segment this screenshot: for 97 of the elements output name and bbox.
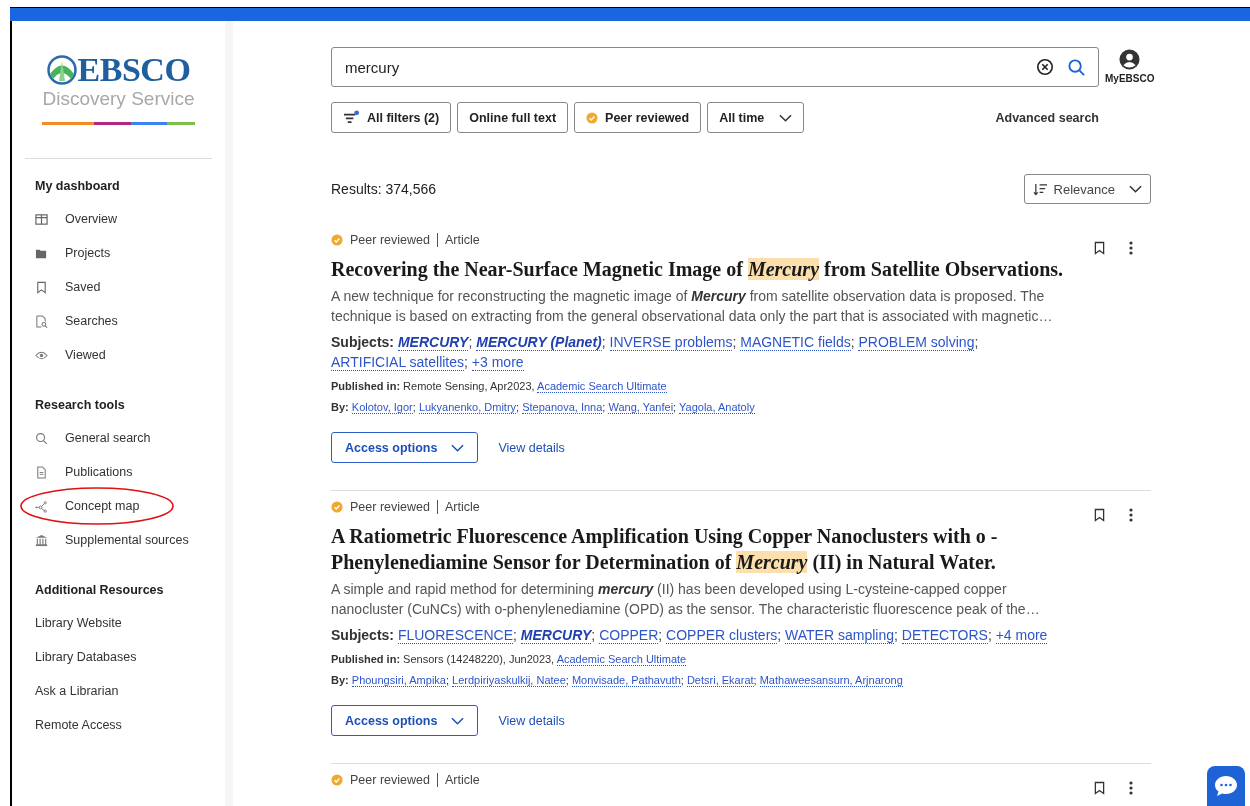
filter-chip[interactable]: All time <box>707 102 805 133</box>
document-type: Article <box>444 773 480 787</box>
sidebar-item[interactable]: Library Website <box>12 606 225 640</box>
globe-logo-icon <box>46 55 77 85</box>
clear-icon[interactable] <box>1036 58 1054 76</box>
bookmark-icon <box>35 280 48 294</box>
database-link[interactable]: Academic Search Ultimate <box>537 380 667 393</box>
subject-link[interactable]: +3 more <box>471 354 524 371</box>
subject-link[interactable]: MERCURY (Planet) <box>476 334 602 351</box>
results-count: Results: 374,566 <box>331 181 437 197</box>
verified-badge-icon <box>331 774 343 786</box>
bookmark-icon[interactable] <box>1094 241 1105 255</box>
author-link[interactable]: Yagola, Anatoly <box>679 401 755 414</box>
subject-link[interactable]: ARTIFICIAL satellites <box>331 354 465 371</box>
sidebar-item[interactable]: Overview <box>12 202 225 236</box>
filter-icon <box>343 110 360 125</box>
bank-icon <box>35 533 48 547</box>
authors-line: By: Phoungsiri, Ampika; Lerdpiriyaskulkij, Natee; Monvisade, Pathavuth; Detsri, Ekarat; Mathaweesansurn, Arjnarong <box>331 673 904 687</box>
section-heading: My dashboard <box>34 178 121 195</box>
network-icon <box>35 499 48 513</box>
peer-reviewed-label: Peer reviewed <box>350 500 430 514</box>
sidebar-item[interactable]: Viewed <box>12 338 225 372</box>
sidebar-item[interactable]: General search <box>12 421 225 455</box>
peer-reviewed-label: Peer reviewed <box>350 773 430 787</box>
result-abstract: A simple and rapid method for determining mercury (II) has been developed using L-cysteine-capped copper nanocluster (CuNCs) with o-phenylenediamine (OPD) as the sensor. The characteristic fluorescence peak of the… <box>331 580 1041 619</box>
sidebar-item[interactable]: Supplemental sources <box>12 523 225 557</box>
account-button[interactable]: MyEBSCO <box>1105 47 1155 84</box>
subject-link[interactable]: MERCURY <box>520 627 592 644</box>
subjects-line: Subjects: MERCURY; MERCURY (Planet); INVERSE problems; MAGNETIC fields; PROBLEM solving; ARTIFICIAL satellites; +3 more <box>331 333 980 372</box>
result-title-link[interactable]: A Ratiometric Fluorescence Amplification Using Copper Nanoclusters with o - Phenylenediamine Sensor for Determination of Mercury (II) in Natural Water. <box>331 523 1081 575</box>
sort-dropdown[interactable]: Relevance <box>1023 174 1151 204</box>
chat-bubble-icon <box>1214 775 1238 797</box>
search-field[interactable]: mercury <box>331 47 1099 87</box>
document-search-icon <box>35 314 48 328</box>
access-options-button[interactable]: Access options <box>331 432 479 463</box>
chat-button[interactable] <box>1207 766 1245 806</box>
sidebar-item[interactable]: Ask a Librarian <box>12 674 225 708</box>
sidebar-item[interactable]: Projects <box>12 236 225 270</box>
subjects-line: Subjects: FLUORESCENCE; MERCURY; COPPER; COPPER clusters; WATER sampling; DETECTORS; +4 more <box>331 626 1049 645</box>
subject-link[interactable]: +4 more <box>995 627 1048 644</box>
result-abstract: A new technique for reconstructing the magnetic image of Mercury from satellite observation data is proposed. The technique is based on extracting from the general observational data only the part that is associated with magnetic… <box>331 287 1054 326</box>
filter-chip[interactable]: Peer reviewed <box>574 102 702 133</box>
author-link[interactable]: Lerdpiriyaskulkij, Natee <box>452 674 566 687</box>
logo-wordmark: EBSCO <box>77 53 191 87</box>
published-in-line: Published in: Sensors (14248220), Jun2023, Academic Search Ultimate <box>331 652 688 666</box>
author-link[interactable]: Monvisade, Pathavuth <box>571 674 681 687</box>
chevron-down-icon <box>451 716 465 725</box>
subject-link[interactable]: MAGNETIC fields <box>740 334 851 351</box>
section-heading: Research tools <box>34 397 126 414</box>
sidebar-item[interactable]: Concept map <box>12 489 225 523</box>
advanced-search-link[interactable]: Advanced search <box>995 110 1099 125</box>
published-in-line: Published in: Remote Sensing, Apr2023, Academic Search Ultimate <box>331 379 668 393</box>
search-icon <box>35 431 48 445</box>
authors-line: By: Kolotov, Igor; Lukyanenko, Dmitry; Stepanova, Inna; Wang, Yanfei; Yagola, Anatoly <box>331 400 756 414</box>
more-options-icon[interactable] <box>1129 241 1133 255</box>
columns-icon <box>35 212 48 226</box>
logo-subtitle: Discovery Service <box>42 88 195 110</box>
sidebar-item[interactable]: Remote Access <box>12 708 225 742</box>
filter-chip[interactable]: Online full text <box>457 102 569 133</box>
sidebar-item[interactable]: Searches <box>12 304 225 338</box>
subject-link[interactable]: WATER sampling <box>785 627 894 644</box>
filter-chip[interactable]: All filters (2) <box>331 102 452 133</box>
more-options-icon[interactable] <box>1129 781 1133 795</box>
more-options-icon[interactable] <box>1129 508 1133 522</box>
bookmark-icon[interactable] <box>1094 508 1105 522</box>
sidebar-item[interactable]: Saved <box>12 270 225 304</box>
peer-reviewed-label: Peer reviewed <box>350 233 430 247</box>
database-link[interactable]: Academic Search Ultimate <box>556 653 687 666</box>
search-icon[interactable] <box>1067 57 1086 77</box>
result-title-link[interactable]: Recovering the Near-Surface Magnetic Image of Mercury from Satellite Observations. <box>331 256 1081 282</box>
document-type: Article <box>444 233 480 247</box>
author-link[interactable]: Detsri, Ekarat <box>686 674 754 687</box>
subject-link[interactable]: PROBLEM solving <box>858 334 975 351</box>
subject-link[interactable]: MERCURY <box>397 334 469 351</box>
sidebar-item[interactable]: Publications <box>12 455 225 489</box>
subject-link[interactable]: DETECTORS <box>901 627 988 644</box>
sort-icon <box>1032 182 1048 196</box>
chevron-down-icon <box>779 113 793 122</box>
view-details-link[interactable]: View details <box>498 440 565 455</box>
search-input[interactable]: mercury <box>345 58 1036 76</box>
document-type: Article <box>444 500 480 514</box>
document-icon <box>35 465 48 479</box>
chevron-down-icon <box>1129 185 1142 193</box>
subject-link[interactable]: INVERSE problems <box>609 334 733 351</box>
access-options-button[interactable]: Access options <box>331 705 479 736</box>
verified-badge-icon <box>331 234 343 246</box>
author-link[interactable]: Phoungsiri, Ampika <box>351 674 446 687</box>
chevron-down-icon <box>451 443 465 452</box>
author-link[interactable]: Mathaweesansurn, Arjnarong <box>759 674 903 687</box>
view-details-link[interactable]: View details <box>498 713 565 728</box>
user-avatar-icon <box>1119 49 1141 70</box>
verified-badge-icon <box>586 111 599 124</box>
sidebar-item[interactable]: Library Databases <box>12 640 225 674</box>
section-heading: Additional Resources <box>34 582 165 599</box>
bookmark-icon[interactable] <box>1094 781 1105 795</box>
verified-badge-icon <box>331 501 343 513</box>
author-link[interactable]: Kolotov, Igor <box>351 401 413 414</box>
